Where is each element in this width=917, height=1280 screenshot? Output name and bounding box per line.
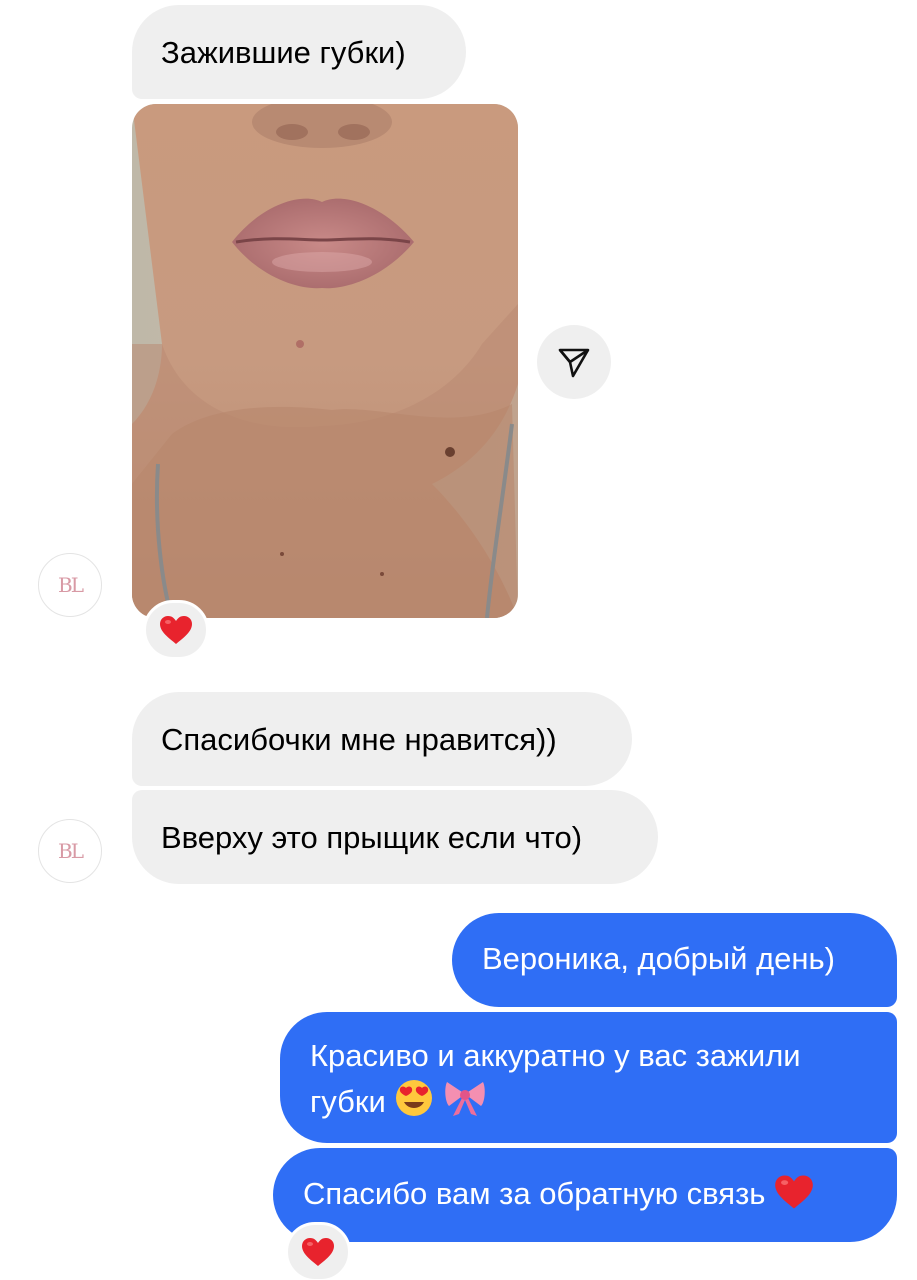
message-text: Вероника, добрый день) — [482, 941, 836, 976]
message-text: Спасибочки мне нравится)) — [161, 722, 557, 757]
message-text: Зажившие губки) — [161, 35, 406, 70]
avatar-logo: BL — [58, 839, 84, 863]
message-reaction[interactable] — [143, 600, 209, 660]
outgoing-message[interactable]: Вероника, добрый день) — [452, 913, 897, 1007]
red-heart-icon — [160, 616, 192, 644]
message-text-line: губки — [310, 1078, 867, 1124]
photo-message[interactable] — [132, 104, 518, 618]
incoming-message[interactable]: Спасибочки мне нравится)) — [132, 692, 632, 786]
incoming-message[interactable]: Зажившие губки) — [132, 5, 466, 99]
share-button[interactable] — [537, 325, 611, 399]
paper-plane-icon — [558, 348, 590, 378]
incoming-message[interactable]: Вверху это прыщик если что) — [132, 790, 658, 884]
avatar[interactable]: BL — [38, 553, 102, 617]
ribbon-emoji-icon — [443, 1082, 487, 1119]
message-reaction[interactable] — [285, 1222, 351, 1280]
outgoing-message[interactable]: Спасибо вам за обратную связь — [273, 1148, 897, 1242]
red-heart-icon — [302, 1238, 334, 1266]
message-text: Вверху это прыщик если что) — [161, 820, 583, 855]
heart-eyes-emoji-icon — [394, 1080, 443, 1119]
lips-photo — [132, 104, 518, 618]
outgoing-message[interactable]: Красиво и аккуратно у вас зажили губки — [280, 1012, 897, 1143]
message-text: Спасибо вам за обратную связь — [303, 1176, 766, 1211]
chat-thread: Зажившие губки) BL Спасибочки мне нравит… — [0, 0, 917, 1280]
message-text: губки — [310, 1084, 386, 1119]
message-text-line: Красиво и аккуратно у вас зажили — [310, 1038, 801, 1073]
red-heart-icon — [774, 1175, 814, 1211]
avatar[interactable]: BL — [38, 819, 102, 883]
avatar-logo: BL — [58, 573, 84, 597]
